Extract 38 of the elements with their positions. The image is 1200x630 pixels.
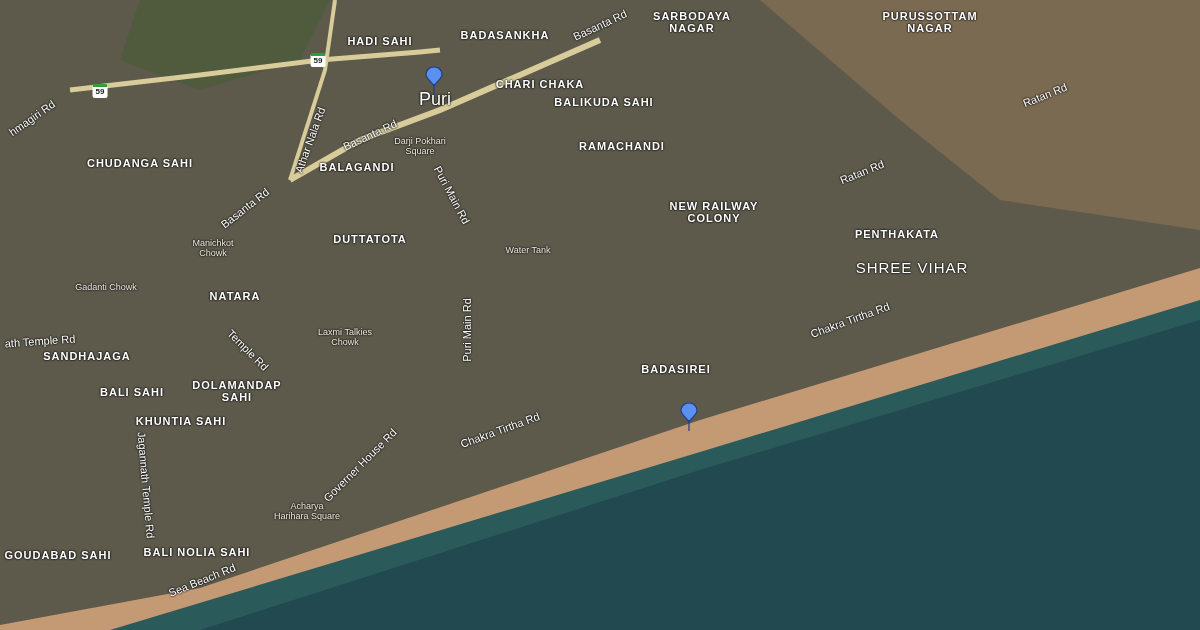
area-label: BALI SAHI [100,385,164,399]
area-label: BADASIREI [641,362,711,376]
road-label: Chakra Tirtha Rd [458,410,542,450]
road-label: Puri Main Rd [460,298,474,362]
route-shield: 59 [92,84,108,98]
area-label: SHREE VIHAR [855,259,969,277]
place-label: Manichkot Chowk [191,239,235,259]
road-label: Ratan Rd [838,157,886,187]
road-label: Puri Main Rd [431,164,473,226]
area-label: PURUSSOTTAM NAGAR [881,9,979,35]
road-label: Chakra Tirtha Rd [808,300,892,340]
area-label: KHUNTIA SAHI [135,414,227,428]
area-label: RAMACHANDI [579,139,665,153]
area-label: NATARA [209,289,261,303]
area-label: NEW RAILWAY COLONY [668,199,760,225]
place-label: Gadanti Chowk [75,283,137,293]
place-label: Darji Pokhari Square [393,137,447,157]
area-label: BADASANKHA [460,28,550,42]
area-label: SANDHAJAGA [43,349,131,363]
road-label: Sea Beach Rd [166,561,238,599]
area-label: DOLAMANDAP SAHI [191,378,283,404]
road-label: Ratan Rd [1021,80,1069,110]
place-label: Water Tank [505,246,551,256]
place-label: Laxmi Talkies Chowk [317,328,373,348]
area-label: CHUDANGA SAHI [86,156,194,170]
area-label: GOUDABAD SAHI [4,548,112,562]
place-label: Acharya Harihara Square [272,502,341,522]
area-label: DUTTATOTA [333,232,407,246]
area-label: BALI NOLIA SAHI [143,545,251,559]
city-label: Puri [419,90,451,110]
area-label: SARBODAYA NAGAR [652,9,732,35]
route-shield: 59 [310,53,326,67]
road-label: Jagannath Temple Rd [135,431,157,539]
area-label: PENTHAKATA [854,227,940,241]
area-label: HADI SAHI [347,34,413,48]
area-label: BALIKUDA SAHI [554,95,654,109]
road-label: ath Temple Rd [4,332,76,350]
area-label: BALAGANDI [319,160,395,174]
